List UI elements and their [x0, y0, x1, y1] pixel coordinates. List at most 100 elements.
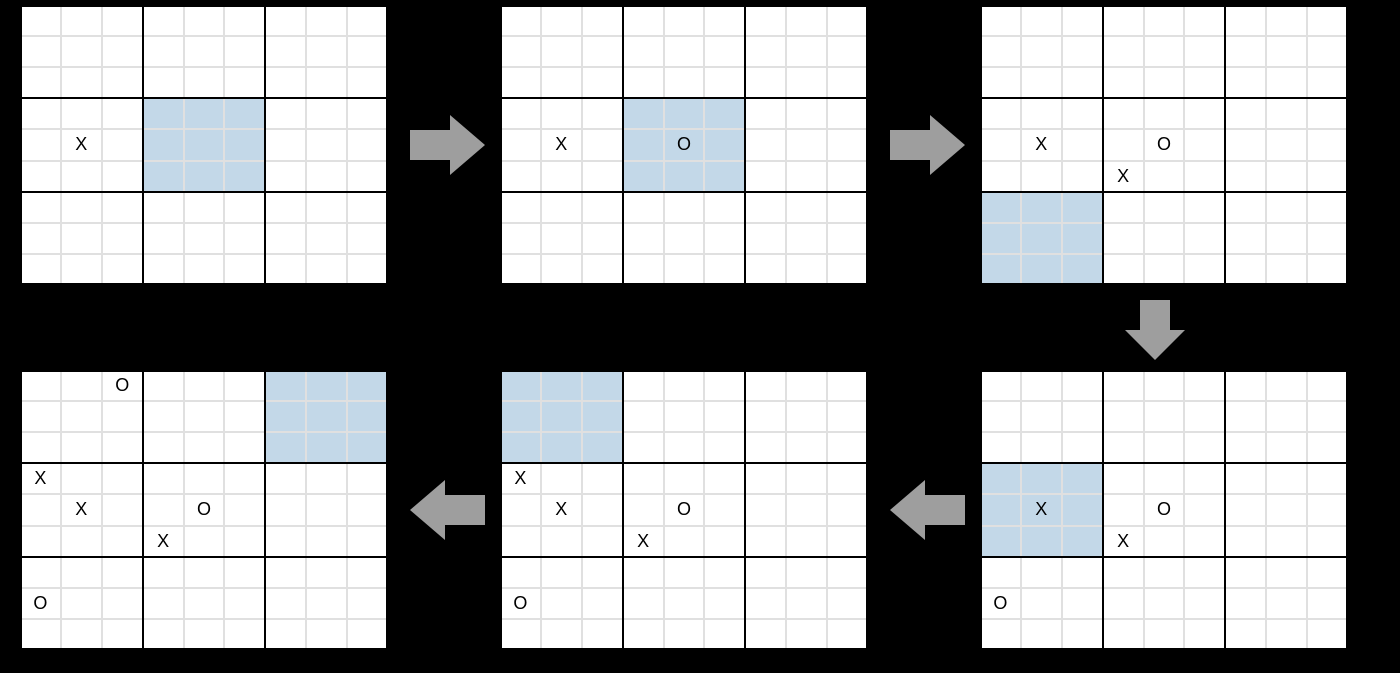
empty-cell[interactable]	[1103, 98, 1144, 129]
empty-cell[interactable]	[1184, 161, 1225, 192]
empty-cell[interactable]	[1144, 370, 1185, 401]
empty-cell[interactable]	[1307, 254, 1348, 285]
empty-cell[interactable]	[582, 401, 623, 432]
empty-cell[interactable]	[61, 370, 102, 401]
empty-cell[interactable]	[1184, 370, 1225, 401]
empty-cell[interactable]	[1184, 67, 1225, 98]
empty-cell[interactable]	[664, 5, 705, 36]
empty-cell[interactable]	[827, 67, 868, 98]
empty-cell[interactable]	[1225, 67, 1266, 98]
empty-cell[interactable]	[1307, 526, 1348, 557]
empty-cell[interactable]	[224, 401, 265, 432]
empty-cell[interactable]	[827, 463, 868, 494]
empty-cell[interactable]	[1184, 223, 1225, 254]
empty-cell[interactable]	[1184, 432, 1225, 463]
empty-cell[interactable]	[1144, 67, 1185, 98]
empty-cell[interactable]	[61, 526, 102, 557]
empty-cell[interactable]	[704, 161, 745, 192]
empty-cell[interactable]	[184, 588, 225, 619]
empty-cell[interactable]	[1266, 129, 1307, 160]
empty-cell[interactable]	[61, 192, 102, 223]
empty-cell[interactable]	[61, 36, 102, 67]
empty-cell[interactable]	[827, 370, 868, 401]
empty-cell[interactable]	[306, 494, 347, 525]
empty-cell[interactable]	[1307, 192, 1348, 223]
empty-cell[interactable]	[143, 192, 184, 223]
empty-cell[interactable]	[184, 526, 225, 557]
empty-cell[interactable]	[143, 129, 184, 160]
empty-cell[interactable]	[20, 161, 61, 192]
empty-cell[interactable]	[20, 494, 61, 525]
empty-cell[interactable]	[541, 67, 582, 98]
empty-cell[interactable]	[500, 619, 541, 650]
empty-cell[interactable]	[541, 432, 582, 463]
empty-cell[interactable]	[541, 192, 582, 223]
empty-cell[interactable]	[224, 223, 265, 254]
empty-cell[interactable]	[1225, 192, 1266, 223]
empty-cell[interactable]	[704, 526, 745, 557]
empty-cell[interactable]	[265, 432, 306, 463]
empty-cell[interactable]	[143, 557, 184, 588]
empty-cell[interactable]	[786, 557, 827, 588]
empty-cell[interactable]	[582, 463, 623, 494]
empty-cell[interactable]	[184, 192, 225, 223]
empty-cell[interactable]	[704, 254, 745, 285]
empty-cell[interactable]	[1184, 619, 1225, 650]
empty-cell[interactable]	[1266, 494, 1307, 525]
empty-cell[interactable]	[1021, 254, 1062, 285]
empty-cell[interactable]	[61, 588, 102, 619]
empty-cell[interactable]	[1307, 432, 1348, 463]
empty-cell[interactable]	[827, 557, 868, 588]
empty-cell[interactable]	[704, 432, 745, 463]
empty-cell[interactable]	[623, 161, 664, 192]
empty-cell[interactable]	[1307, 463, 1348, 494]
empty-cell[interactable]	[1266, 526, 1307, 557]
empty-cell[interactable]	[1184, 254, 1225, 285]
empty-cell[interactable]	[1266, 557, 1307, 588]
empty-cell[interactable]	[184, 463, 225, 494]
empty-cell[interactable]	[1184, 5, 1225, 36]
empty-cell[interactable]	[704, 98, 745, 129]
empty-cell[interactable]	[786, 98, 827, 129]
empty-cell[interactable]	[1103, 36, 1144, 67]
empty-cell[interactable]	[1307, 98, 1348, 129]
empty-cell[interactable]	[1266, 588, 1307, 619]
empty-cell[interactable]	[980, 494, 1021, 525]
empty-cell[interactable]	[980, 192, 1021, 223]
empty-cell[interactable]	[143, 401, 184, 432]
empty-cell[interactable]	[745, 5, 786, 36]
empty-cell[interactable]	[1062, 129, 1103, 160]
empty-cell[interactable]	[500, 494, 541, 525]
empty-cell[interactable]	[306, 5, 347, 36]
empty-cell[interactable]	[347, 36, 388, 67]
empty-cell[interactable]	[704, 588, 745, 619]
empty-cell[interactable]	[102, 526, 143, 557]
empty-cell[interactable]	[265, 67, 306, 98]
empty-cell[interactable]	[306, 192, 347, 223]
empty-cell[interactable]	[1184, 129, 1225, 160]
empty-cell[interactable]	[1062, 223, 1103, 254]
empty-cell[interactable]	[704, 192, 745, 223]
empty-cell[interactable]	[306, 223, 347, 254]
empty-cell[interactable]	[61, 619, 102, 650]
empty-cell[interactable]	[347, 588, 388, 619]
empty-cell[interactable]	[1144, 5, 1185, 36]
empty-cell[interactable]	[224, 557, 265, 588]
empty-cell[interactable]	[786, 161, 827, 192]
empty-cell[interactable]	[704, 129, 745, 160]
empty-cell[interactable]	[980, 526, 1021, 557]
empty-cell[interactable]	[1225, 254, 1266, 285]
empty-cell[interactable]	[1062, 161, 1103, 192]
empty-cell[interactable]	[1062, 432, 1103, 463]
empty-cell[interactable]	[541, 5, 582, 36]
empty-cell[interactable]	[347, 98, 388, 129]
empty-cell[interactable]	[786, 401, 827, 432]
empty-cell[interactable]	[786, 129, 827, 160]
empty-cell[interactable]	[786, 619, 827, 650]
empty-cell[interactable]	[1021, 401, 1062, 432]
empty-cell[interactable]	[582, 67, 623, 98]
empty-cell[interactable]	[224, 5, 265, 36]
empty-cell[interactable]	[184, 557, 225, 588]
empty-cell[interactable]	[224, 67, 265, 98]
empty-cell[interactable]	[1062, 192, 1103, 223]
